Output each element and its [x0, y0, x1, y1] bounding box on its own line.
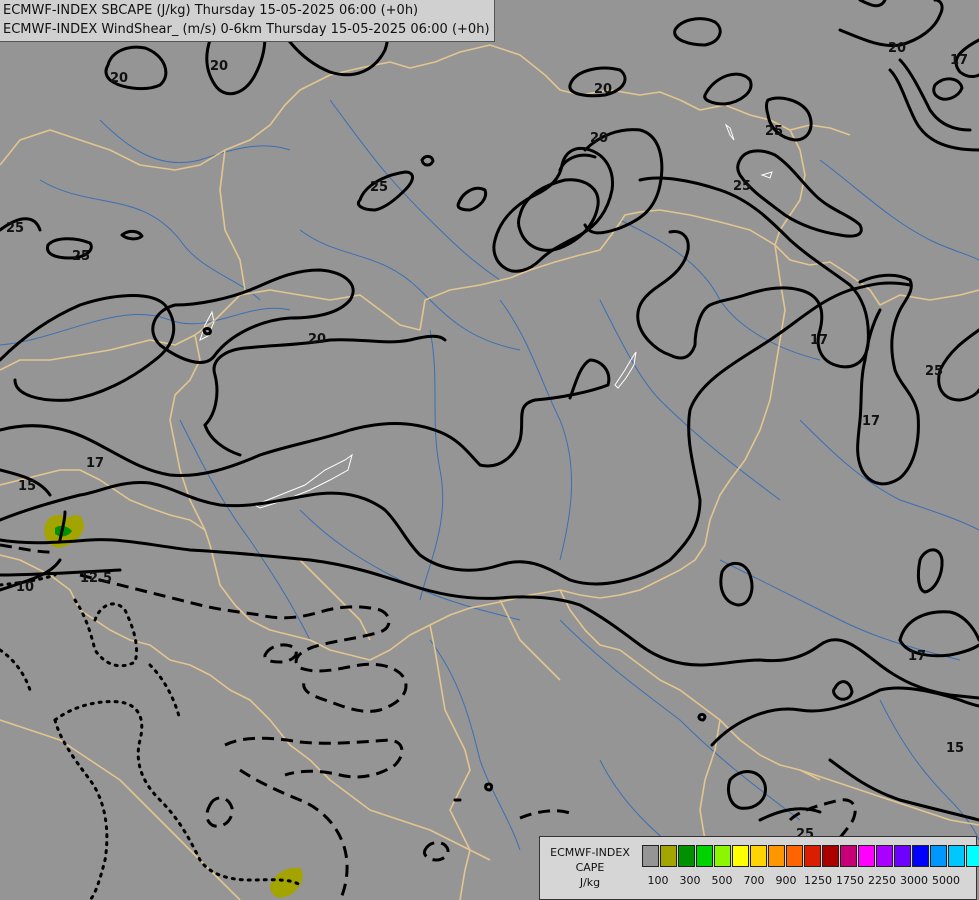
- legend-swatch: [768, 845, 785, 867]
- legend-tick: 3000: [900, 874, 928, 887]
- contour-label: 20: [888, 41, 906, 56]
- legend-swatch: [714, 845, 731, 867]
- legend-swatches: [642, 845, 979, 867]
- header-line-windshear: ECMWF-INDEX WindShear_ (m/s) 0-6km Thurs…: [3, 22, 490, 37]
- contour-label: 17: [908, 649, 926, 664]
- legend-tick: 5000: [932, 874, 960, 887]
- legend-title: ECMWF-INDEX CAPE J/kg: [544, 845, 636, 890]
- map-header: ECMWF-INDEX SBCAPE (J/kg) Thursday 15-05…: [0, 0, 495, 42]
- legend-swatch: [966, 845, 979, 867]
- legend-swatch: [804, 845, 821, 867]
- legend-swatch: [732, 845, 749, 867]
- contour-label: 17: [862, 414, 880, 429]
- contour-label: 20: [308, 332, 326, 347]
- weather-map: 20 20 20 20 20 20 17 17 25 25 25 25 25 2…: [0, 0, 979, 900]
- legend-title-line: ECMWF-INDEX: [550, 846, 630, 859]
- legend-tick: 1250: [804, 874, 832, 887]
- legend-tick: 900: [775, 874, 797, 887]
- contour-label: 20: [590, 131, 608, 146]
- contour-label: 17: [86, 456, 104, 471]
- legend-tick: 300: [679, 874, 701, 887]
- legend-tick: 500: [711, 874, 733, 887]
- contour-label: 25: [370, 180, 388, 195]
- legend-swatch: [876, 845, 893, 867]
- legend-title-line: J/kg: [579, 876, 601, 889]
- legend-tick: 1750: [836, 874, 864, 887]
- legend-tick: 700: [743, 874, 765, 887]
- contour-label: 25: [72, 249, 90, 264]
- contour-label: 20: [210, 59, 228, 74]
- legend-swatch: [660, 845, 677, 867]
- legend-swatch: [750, 845, 767, 867]
- legend-swatch: [822, 845, 839, 867]
- legend-swatch: [696, 845, 713, 867]
- legend-swatch: [642, 845, 659, 867]
- contour-label: 20: [594, 82, 612, 97]
- contour-label: 10: [16, 580, 34, 595]
- legend-swatch: [930, 845, 947, 867]
- contour-label: 12.5: [80, 571, 112, 586]
- legend-swatch: [786, 845, 803, 867]
- legend-swatch: [912, 845, 929, 867]
- contour-label: 25: [6, 221, 24, 236]
- legend-tick: 2250: [868, 874, 896, 887]
- legend-swatch: [858, 845, 875, 867]
- contour-label: 20: [110, 71, 128, 86]
- contour-label: 25: [733, 179, 751, 194]
- cape-legend: ECMWF-INDEX CAPE J/kg 100 300 500 700 90…: [539, 836, 979, 900]
- legend-swatch: [948, 845, 965, 867]
- contour-label: 15: [18, 479, 36, 494]
- legend-swatch: [678, 845, 695, 867]
- contour-label: 15: [946, 741, 964, 756]
- legend-swatch: [840, 845, 857, 867]
- contour-label: 25: [765, 124, 783, 139]
- legend-tick: 100: [647, 874, 669, 887]
- header-line-cape: ECMWF-INDEX SBCAPE (J/kg) Thursday 15-05…: [3, 3, 419, 18]
- legend-ticks: 100 300 500 700 900 1250 1750 2250 3000 …: [642, 874, 972, 888]
- contour-label: 17: [810, 333, 828, 348]
- legend-title-line: CAPE: [575, 861, 605, 874]
- contour-label: 25: [925, 364, 943, 379]
- legend-swatch: [894, 845, 911, 867]
- contour-label: 17: [950, 53, 968, 68]
